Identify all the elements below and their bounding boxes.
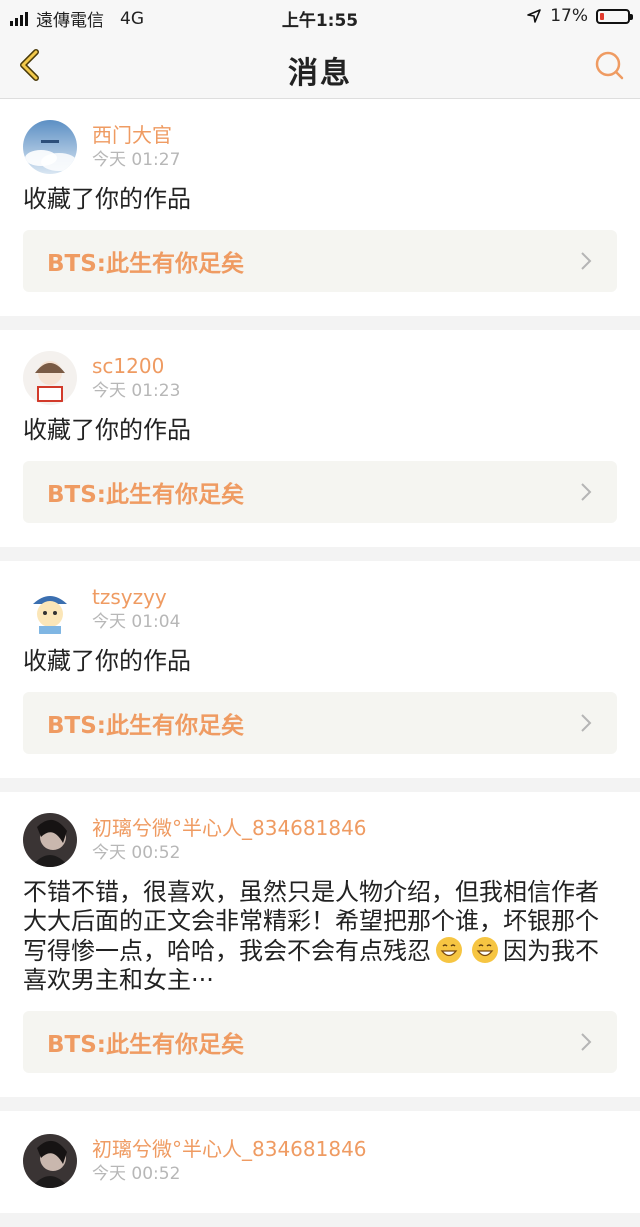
battery-percent: 17%	[550, 6, 588, 26]
avatar[interactable]	[23, 813, 77, 867]
status-bar: 遠傳電信 4G 上午1:55 17%	[0, 0, 640, 34]
battery-fill	[600, 12, 604, 20]
username[interactable]: sc1200	[92, 354, 180, 378]
status-bar-right: 17%	[526, 6, 633, 26]
message-header: 初璃兮微°半心人_834681846 今天 00:52	[23, 812, 617, 868]
avatar[interactable]	[23, 582, 77, 636]
message-card: 初璃兮微°半心人_834681846 今天 00:52	[0, 1111, 640, 1213]
avatar[interactable]	[23, 351, 77, 405]
chevron-right-icon	[581, 252, 592, 270]
message-meta: 初璃兮微°半心人_834681846 今天 00:52	[92, 816, 367, 864]
username[interactable]: 初璃兮微°半心人_834681846	[92, 816, 367, 840]
work-link[interactable]: BTS:此生有你足矣	[23, 230, 617, 292]
search-icon	[595, 51, 624, 80]
timestamp: 今天 01:04	[92, 612, 181, 632]
message-list: 西门大官 今天 01:27 收藏了你的作品 BTS:此生有你足矣 sc1200	[0, 99, 640, 1227]
nav-bar: 消息	[0, 34, 640, 99]
work-title: BTS:此生有你足矣	[47, 482, 244, 508]
location-arrow-icon	[527, 9, 542, 23]
message-header: 西门大官 今天 01:27	[23, 119, 617, 175]
message-card: 西门大官 今天 01:27 收藏了你的作品 BTS:此生有你足矣	[0, 99, 640, 316]
message-card: tzsyzyy 今天 01:04 收藏了你的作品 BTS:此生有你足矣	[0, 561, 640, 778]
grinning-face-icon	[472, 937, 498, 963]
timestamp: 今天 00:52	[92, 1164, 181, 1184]
message-text: 收藏了你的作品	[23, 416, 191, 444]
username[interactable]: tzsyzyy	[92, 585, 180, 609]
message-header: tzsyzyy 今天 01:04	[23, 581, 617, 637]
work-title: BTS:此生有你足矣	[47, 251, 244, 277]
message-meta: sc1200 今天 01:23	[92, 354, 180, 402]
chevron-right-icon	[581, 714, 592, 732]
chevron-right-icon	[581, 483, 592, 501]
battery-icon	[596, 8, 633, 24]
message-card: sc1200 今天 01:23 收藏了你的作品 BTS:此生有你足矣	[0, 330, 640, 547]
timestamp: 今天 01:27	[92, 150, 181, 170]
work-title: BTS:此生有你足矣	[47, 1032, 244, 1058]
message-header: 初璃兮微°半心人_834681846 今天 00:52	[23, 1133, 617, 1189]
message-text: 收藏了你的作品	[23, 185, 191, 213]
chevron-right-icon	[581, 1033, 592, 1051]
message-meta: tzsyzyy 今天 01:04	[92, 585, 180, 633]
message-text: 收藏了你的作品	[23, 647, 191, 675]
username[interactable]: 初璃兮微°半心人_834681846	[92, 1137, 367, 1161]
username[interactable]: 西门大官	[92, 123, 180, 147]
message-meta: 初璃兮微°半心人_834681846 今天 00:52	[92, 1137, 367, 1185]
message-text: 不错不错，很喜欢，虽然只是人物介绍，但我相信作者大大后面的正文会非常精彩！希望把…	[23, 878, 617, 995]
work-link[interactable]: BTS:此生有你足矣	[23, 692, 617, 754]
grinning-face-icon	[436, 937, 462, 963]
message-header: sc1200 今天 01:23	[23, 350, 617, 406]
message-card: 初璃兮微°半心人_834681846 今天 00:52 不错不错，很喜欢，虽然只…	[0, 792, 640, 1097]
timestamp: 今天 01:23	[92, 381, 181, 401]
work-link[interactable]: BTS:此生有你足矣	[23, 461, 617, 523]
avatar[interactable]	[23, 1134, 77, 1188]
work-title: BTS:此生有你足矣	[47, 713, 244, 739]
message-meta: 西门大官 今天 01:27	[92, 123, 180, 171]
search-button[interactable]	[592, 48, 626, 82]
work-link[interactable]: BTS:此生有你足矣	[23, 1011, 617, 1073]
timestamp: 今天 00:52	[92, 843, 181, 863]
page-title: 消息	[288, 56, 352, 91]
avatar[interactable]	[23, 120, 77, 174]
